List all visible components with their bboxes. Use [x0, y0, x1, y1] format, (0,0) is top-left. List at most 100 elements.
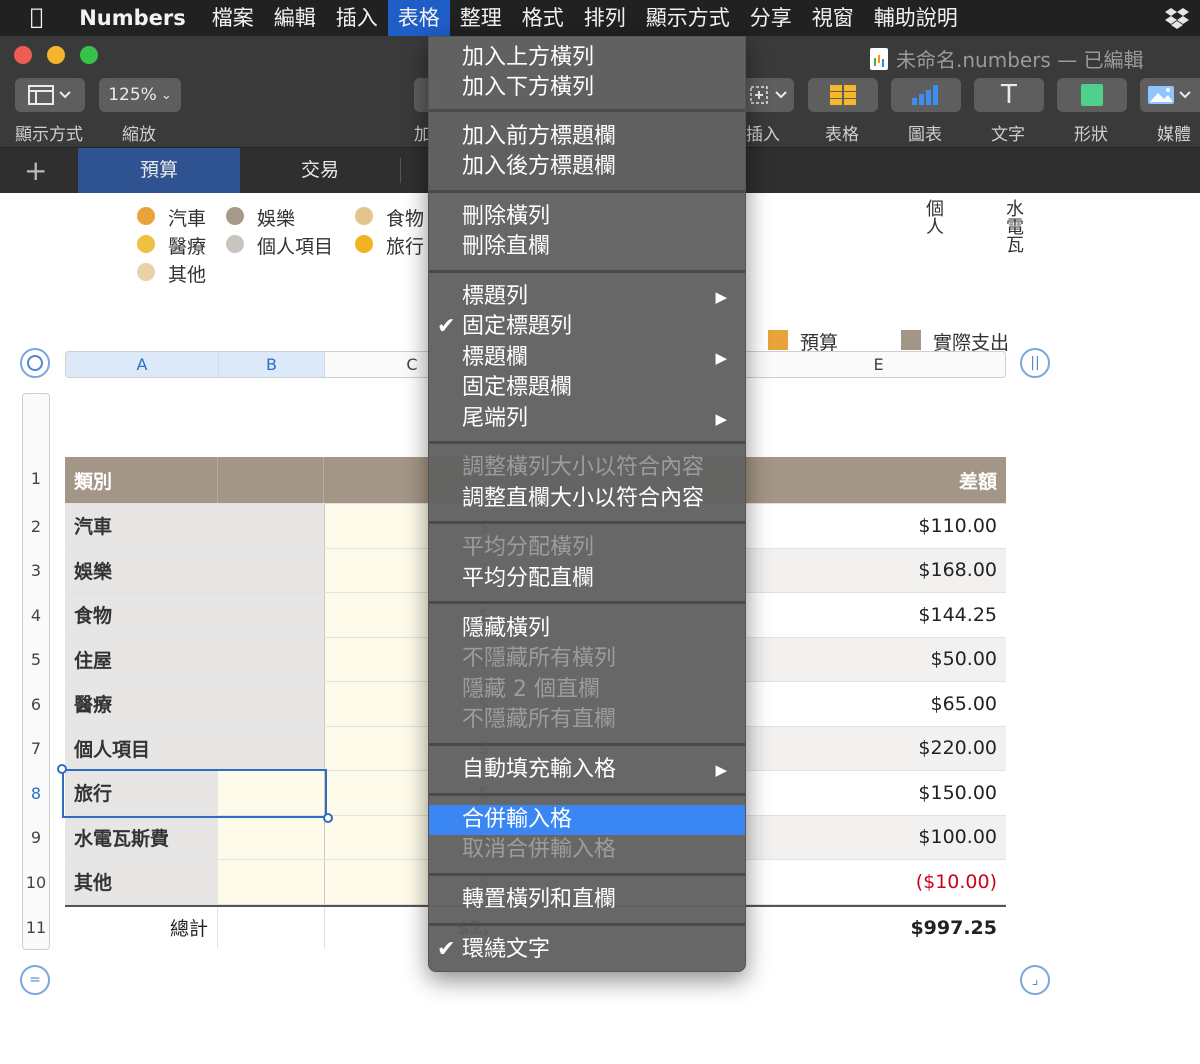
dropbox-icon[interactable] [1164, 5, 1190, 31]
menu-item-distribute-rows[interactable]: 平均分配橫列 [429, 533, 745, 563]
menu-item-unmerge-cells[interactable]: 取消合併輸入格 [429, 835, 745, 865]
menu-item-unhide-all-columns[interactable]: 不隱藏所有直欄 [429, 705, 745, 735]
menu-item-wrap-text[interactable]: ✔ 環繞文字 [429, 935, 745, 965]
difference-cell[interactable]: $50.00 [751, 638, 1006, 682]
menu-item-transpose[interactable]: 轉置橫列和直欄 [429, 885, 745, 915]
add-sheet-plus-icon[interactable]: + [24, 154, 47, 187]
category-cell[interactable]: 其他 [65, 860, 218, 904]
menu-item-delete-row[interactable]: 刪除橫列 [429, 202, 745, 232]
add-column-handle[interactable]: || [1020, 348, 1050, 378]
shape-square-icon [1081, 84, 1103, 106]
menu-item-distribute-columns[interactable]: 平均分配直欄 [429, 564, 745, 594]
category-cell[interactable]: 娛樂 [65, 548, 324, 592]
difference-cell[interactable]: $65.00 [751, 682, 1006, 726]
row-header-11[interactable]: 11 [23, 918, 49, 937]
menu-item-fit-columns[interactable]: 調整直欄大小以符合內容 [429, 484, 745, 514]
menu-arrange[interactable]: 排列 [574, 0, 636, 36]
menu-item-add-column-after[interactable]: 加入後方標題欄 [429, 152, 745, 182]
row-header-8[interactable]: 8 [23, 784, 49, 803]
menu-item-add-row-below[interactable]: 加入下方橫列 [429, 73, 745, 103]
zoom-window-button[interactable] [80, 46, 98, 64]
select-table-handle[interactable] [20, 348, 50, 378]
empty-cell-b[interactable] [218, 815, 324, 859]
total-empty-cell[interactable] [218, 907, 324, 950]
resize-table-handle[interactable]: ⌟ [1020, 965, 1050, 995]
empty-cell-b[interactable] [218, 860, 324, 904]
difference-cell[interactable]: $150.00 [751, 771, 1006, 815]
media-button[interactable] [1140, 78, 1200, 112]
difference-cell[interactable]: $168.00 [751, 549, 1006, 593]
add-row-handle[interactable]: = [20, 965, 50, 995]
menu-bar:  Numbers 檔案 編輯 插入 表格 整理 格式 排列 顯示方式 分享 視… [0, 0, 1200, 36]
menu-format[interactable]: 格式 [512, 0, 574, 36]
difference-cell[interactable]: $220.00 [751, 727, 1006, 771]
menu-help[interactable]: 輔助說明 [864, 0, 968, 36]
column-header-b[interactable]: B [219, 352, 325, 377]
menu-share[interactable]: 分享 [740, 0, 802, 36]
insert-button[interactable] [746, 78, 794, 112]
category-cell[interactable]: 醫療 [65, 682, 324, 726]
view-button[interactable] [15, 78, 85, 112]
menu-insert[interactable]: 插入 [326, 0, 388, 36]
menu-item-unhide-all-rows[interactable]: 不隱藏所有橫列 [429, 644, 745, 674]
app-menu[interactable]: Numbers [59, 0, 202, 36]
menu-item-add-column-before[interactable]: 加入前方標題欄 [429, 122, 745, 152]
menu-window[interactable]: 視窗 [802, 0, 864, 36]
tab-budget[interactable]: 預算 [78, 148, 240, 193]
difference-cell[interactable]: $144.25 [751, 593, 1006, 637]
menu-item-hide-row[interactable]: 隱藏橫列 [429, 614, 745, 644]
menu-item-add-row-above[interactable]: 加入上方橫列 [429, 43, 745, 73]
selection-handle-bottom-right[interactable] [323, 813, 333, 823]
shape-button[interactable] [1057, 78, 1127, 112]
menu-view[interactable]: 顯示方式 [636, 0, 740, 36]
column-header-e[interactable]: E [752, 352, 1005, 377]
menu-table[interactable]: 表格 [387, 0, 450, 36]
row-header-2[interactable]: 2 [23, 517, 49, 536]
menu-file[interactable]: 檔案 [202, 0, 264, 36]
difference-cell-negative[interactable]: ($10.00) [751, 860, 1006, 904]
tab-transactions[interactable]: 交易 [240, 148, 400, 193]
menu-item-fit-rows[interactable]: 調整橫列大小以符合內容 [429, 453, 745, 483]
menu-item-autofill-cells[interactable]: 自動填充輸入格 ▶ [429, 755, 745, 785]
menu-item-freeze-header-columns[interactable]: 固定標題欄 [429, 373, 745, 403]
total-difference-cell[interactable]: $997.25 [751, 907, 1006, 950]
zoom-select[interactable]: 125% ⌄ [99, 78, 181, 112]
table-button[interactable] [808, 78, 878, 112]
menu-edit[interactable]: 編輯 [264, 0, 326, 36]
minimize-window-button[interactable] [47, 46, 65, 64]
row-header-7[interactable]: 7 [23, 739, 49, 758]
legend-label-medical: 醫療 [168, 236, 207, 258]
apple-menu-icon[interactable]:  [0, 0, 59, 36]
selection-handle-top-left[interactable] [57, 764, 67, 774]
menu-item-header-rows[interactable]: 標題列 ▶ [429, 282, 745, 312]
category-cell[interactable]: 汽車 [65, 504, 324, 548]
difference-cell[interactable]: $110.00 [751, 504, 1006, 548]
text-button[interactable]: T [974, 78, 1044, 112]
menu-item-merge-cells[interactable]: 合併輸入格 [429, 805, 745, 835]
menu-item-freeze-header-rows[interactable]: ✔ 固定標題列 [429, 312, 745, 342]
row-header-9[interactable]: 9 [23, 828, 49, 847]
row-header-1[interactable]: 1 [23, 469, 49, 488]
category-cell[interactable]: 食物 [65, 593, 324, 637]
total-label-cell[interactable]: 總計 [65, 906, 218, 949]
row-header-5[interactable]: 5 [23, 650, 49, 669]
category-cell[interactable]: 個人項目 [65, 726, 324, 770]
row-header-4[interactable]: 4 [23, 606, 49, 625]
menu-item-hide-columns[interactable]: 隱藏 2 個直欄 [429, 675, 745, 705]
row-header-10[interactable]: 10 [23, 873, 49, 892]
header-cell-difference[interactable]: 差額 [751, 457, 1006, 503]
difference-cell[interactable]: $100.00 [751, 816, 1006, 860]
category-cell[interactable]: 水電瓦斯費 [65, 815, 218, 859]
row-header-3[interactable]: 3 [23, 561, 49, 580]
header-cell-category[interactable]: 類別 [65, 457, 218, 503]
close-window-button[interactable] [14, 46, 32, 64]
menu-item-delete-column[interactable]: 刪除直欄 [429, 232, 745, 262]
menu-organize[interactable]: 整理 [450, 0, 512, 36]
category-cell[interactable]: 住屋 [65, 637, 324, 681]
header-cell-b[interactable] [218, 457, 324, 503]
menu-item-header-columns[interactable]: 標題欄 ▶ [429, 343, 745, 373]
row-header-6[interactable]: 6 [23, 695, 49, 714]
menu-item-footer-rows[interactable]: 尾端列 ▶ [429, 404, 745, 434]
column-header-a[interactable]: A [66, 352, 219, 377]
chart-button[interactable] [891, 78, 961, 112]
